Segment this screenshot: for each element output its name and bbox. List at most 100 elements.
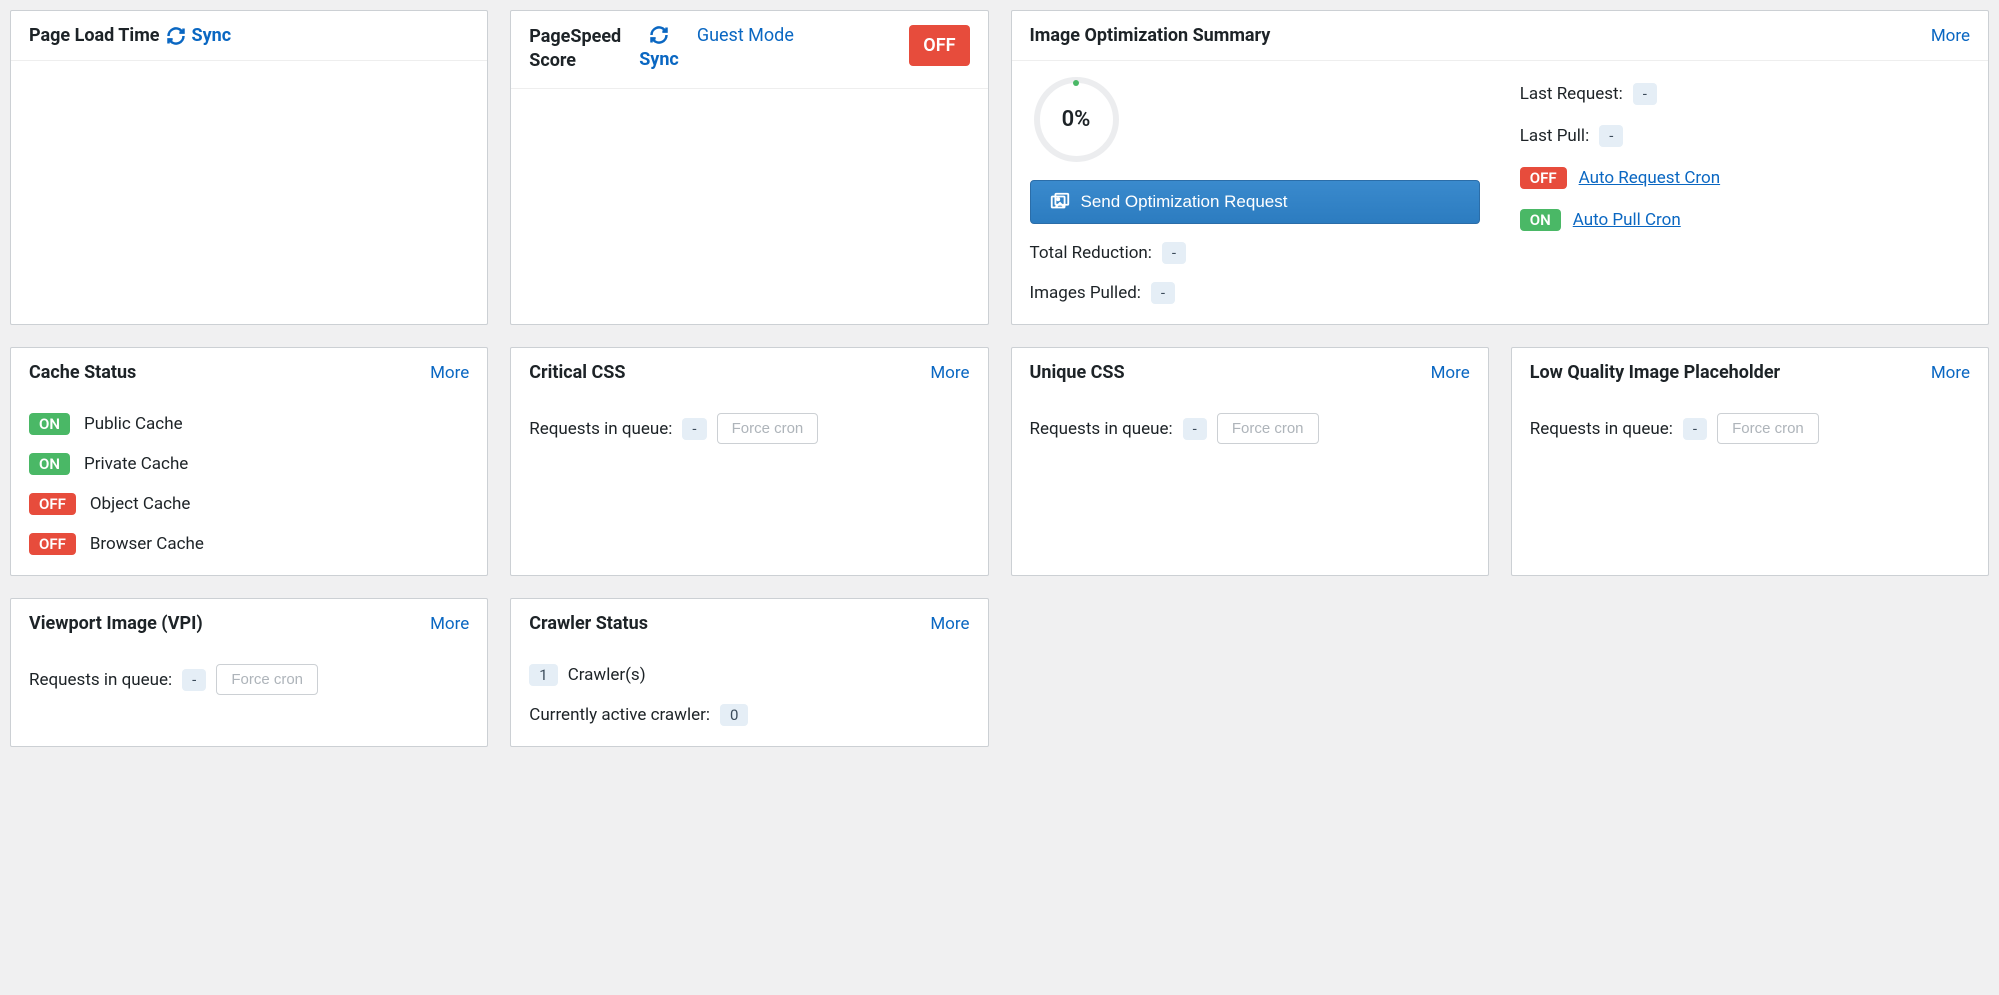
cache-item: ON Public Cache [29,413,469,435]
guest-mode-label: Guest Mode [697,25,794,46]
crawlers-label: Crawler(s) [568,665,646,685]
force-cron-button[interactable]: Force cron [717,413,819,444]
sync-icon [166,26,186,46]
cache-status-badge: OFF [29,533,76,555]
pagespeed-sync-link[interactable]: Sync [639,49,679,70]
imgopt-left: 0% Send Optimization Request Total Reduc… [1030,77,1480,304]
vpi-more-link[interactable]: More [430,614,469,634]
total-reduction-value: - [1162,242,1186,264]
imgopt-right: Last Request: - Last Pull: - OFF Auto Re… [1520,77,1970,304]
imgopt-more-link[interactable]: More [1931,26,1970,46]
cache-status-badge: ON [29,413,70,435]
unique-css-card: Unique CSS More Requests in queue: - For… [1011,347,1489,576]
pagespeed-card: PageSpeed Score Sync Guest Mode OFF [510,10,988,325]
page-load-body [11,61,487,271]
page-load-sync-link[interactable]: Sync [166,25,232,46]
vpi-title: Viewport Image (VPI) [29,613,203,634]
unique-css-more-link[interactable]: More [1431,363,1470,383]
crawler-active-label: Currently active crawler: [529,705,710,725]
pagespeed-sync-col: Sync [639,25,679,70]
crawler-count: 1 [529,664,557,686]
force-cron-button[interactable]: Force cron [1717,413,1819,444]
queue-label: Requests in queue: [529,419,672,439]
images-pulled-row: Images Pulled: - [1030,282,1480,304]
auto-pull-cron-link[interactable]: Auto Pull Cron [1573,210,1681,230]
lqip-card: Low Quality Image Placeholder More Reque… [1511,347,1989,576]
critical-css-title: Critical CSS [529,362,625,383]
last-request-value: - [1633,83,1657,105]
total-reduction-row: Total Reduction: - [1030,242,1480,264]
pagespeed-header: PageSpeed Score Sync Guest Mode OFF [511,11,987,89]
send-btn-label: Send Optimization Request [1081,192,1288,212]
cache-item-label: Browser Cache [90,534,204,554]
pagespeed-body [511,89,987,299]
images-pulled-value: - [1151,282,1175,304]
queue-value: - [182,669,206,691]
cache-item-label: Private Cache [84,454,188,474]
pagespeed-links: Guest Mode [697,25,794,46]
images-icon [1049,191,1071,213]
queue-value: - [1183,418,1207,440]
page-load-title-wrap: Page Load Time Sync [29,25,231,46]
last-pull-row: Last Pull: - [1520,125,1970,147]
queue-label: Requests in queue: [1530,419,1673,439]
cache-item-label: Object Cache [90,494,191,514]
pagespeed-title: PageSpeed Score [529,25,621,74]
cache-status-card: Cache Status More ON Public Cache ON Pri… [10,347,488,576]
imgopt-progress-circle: 0% [1034,77,1119,162]
page-load-time-card: Page Load Time Sync [10,10,488,325]
cache-item-label: Public Cache [84,414,183,434]
queue-label: Requests in queue: [29,670,172,690]
pagespeed-title-line1: PageSpeed [529,26,621,47]
unique-css-queue-row: Requests in queue: - Force cron [1030,413,1470,444]
cache-item: OFF Browser Cache [29,533,469,555]
last-pull-label: Last Pull: [1520,126,1589,146]
last-pull-value: - [1599,125,1623,147]
auto-pull-cron-row: ON Auto Pull Cron [1520,209,1970,231]
cache-status-title: Cache Status [29,362,136,383]
auto-request-cron-link[interactable]: Auto Request Cron [1579,168,1721,188]
send-optimization-button[interactable]: Send Optimization Request [1030,180,1480,224]
unique-css-title: Unique CSS [1030,362,1125,383]
lqip-queue-row: Requests in queue: - Force cron [1530,413,1970,444]
page-load-title: Page Load Time [29,25,160,46]
sync-icon [649,25,669,45]
lqip-more-link[interactable]: More [1931,363,1970,383]
critical-css-more-link[interactable]: More [930,363,969,383]
queue-label: Requests in queue: [1030,419,1173,439]
cache-status-badge: OFF [29,493,76,515]
lqip-title: Low Quality Image Placeholder [1530,362,1780,383]
auto-pull-on-badge: ON [1520,209,1561,231]
cache-item: OFF Object Cache [29,493,469,515]
crawler-title: Crawler Status [529,613,648,634]
dashboard-grid: Page Load Time Sync PageSpeed Score Sync [10,10,1989,747]
queue-value: - [682,418,706,440]
vpi-queue-row: Requests in queue: - Force cron [29,664,469,695]
auto-request-off-badge: OFF [1520,167,1567,189]
cache-item: ON Private Cache [29,453,469,475]
last-request-row: Last Request: - [1520,83,1970,105]
auto-request-cron-row: OFF Auto Request Cron [1520,167,1970,189]
vpi-card: Viewport Image (VPI) More Requests in qu… [10,598,488,747]
crawler-active-value: 0 [720,704,748,726]
pagespeed-off-badge: OFF [909,25,969,66]
force-cron-button[interactable]: Force cron [1217,413,1319,444]
sync-label: Sync [639,49,679,70]
total-reduction-label: Total Reduction: [1030,243,1152,263]
crawler-count-row: 1 Crawler(s) [529,664,969,686]
imgopt-grid: 0% Send Optimization Request Total Reduc… [1030,77,1971,304]
crawler-card: Crawler Status More 1 Crawler(s) Current… [510,598,988,747]
guest-mode-link[interactable]: Guest Mode [697,25,794,46]
critical-css-queue-row: Requests in queue: - Force cron [529,413,969,444]
last-request-label: Last Request: [1520,84,1623,104]
crawler-more-link[interactable]: More [930,614,969,634]
cache-status-more-link[interactable]: More [430,363,469,383]
image-optimization-card: Image Optimization Summary More 0% Send … [1011,10,1990,325]
imgopt-title: Image Optimization Summary [1030,25,1271,46]
cache-list: ON Public Cache ON Private Cache OFF Obj… [29,413,469,555]
queue-value: - [1683,418,1707,440]
force-cron-button[interactable]: Force cron [216,664,318,695]
cache-status-badge: ON [29,453,70,475]
critical-css-card: Critical CSS More Requests in queue: - F… [510,347,988,576]
sync-label: Sync [192,25,232,46]
